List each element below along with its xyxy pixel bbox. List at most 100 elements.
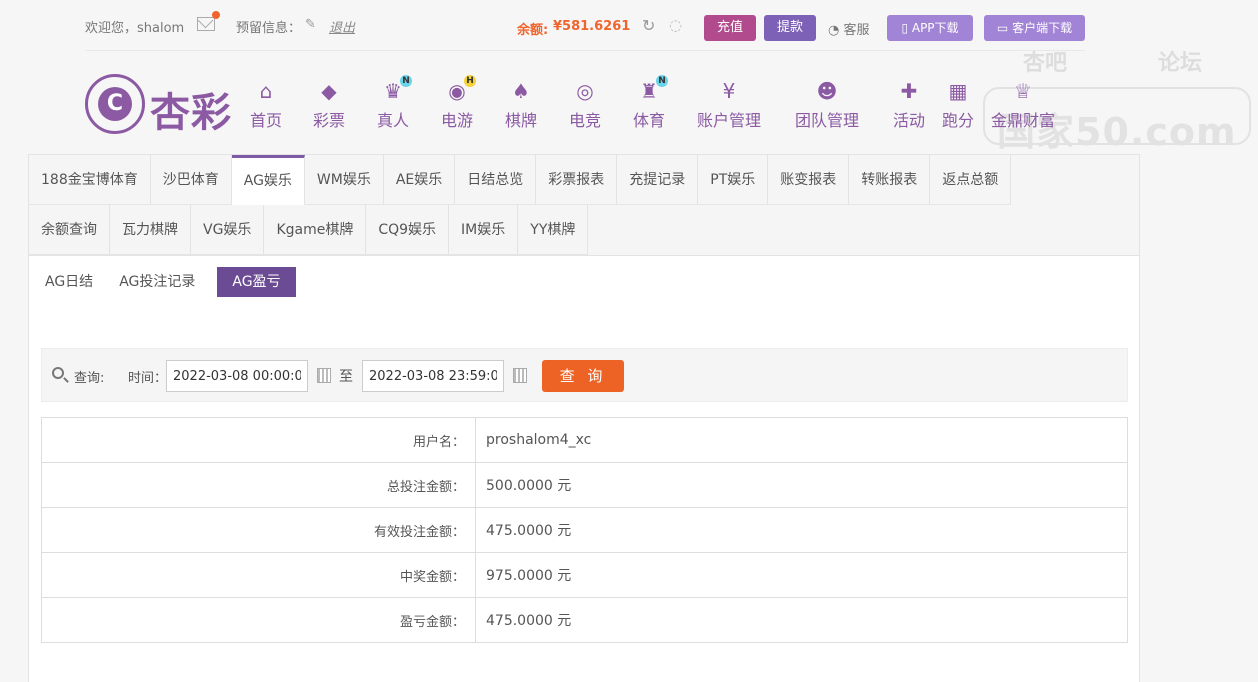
report-tab[interactable]: 返点总额 [930, 155, 1012, 205]
site-logo[interactable]: C 杏彩 [85, 74, 240, 136]
report-tab[interactable]: Kgame棋牌 [264, 205, 367, 255]
nav-label: 彩票 [313, 111, 346, 130]
table-row: 盈亏金额： 475.0000 元 [41, 597, 1128, 643]
live-dealer-icon: ♛ N [380, 75, 412, 102]
nav-item[interactable]: ♠ 棋牌 [505, 80, 537, 130]
table-row: 总投注金额： 500.0000 元 [41, 462, 1128, 508]
recharge-button[interactable]: 充值 [704, 15, 756, 41]
nav-label: 金鼎财富 [991, 111, 1056, 130]
report-tab[interactable]: WM娱乐 [304, 155, 384, 205]
nav-item[interactable]: ✚ 活动 [893, 80, 925, 130]
nav-item[interactable]: ◎ 电竞 [569, 80, 601, 130]
report-tabs: 188金宝博体育 沙巴体育 AG娱乐 WM娱乐 AE娱乐 日结总览 彩票报表 充提记录 PT娱乐… [29, 155, 1139, 256]
nav-item[interactable]: ¥ 账户管理 [697, 80, 761, 130]
top-bar: 欢迎您，shalom 预留信息： ✎ 退出 余额: ¥581.6261 ↻ ◌ … [85, 10, 1085, 44]
header-divider [85, 50, 1085, 51]
report-tab[interactable]: PT娱乐 [698, 155, 769, 205]
logo-text: 杏彩 [150, 90, 232, 136]
nav-label: 首页 [250, 111, 283, 130]
report-tab[interactable]: 瓦力棋牌 [110, 205, 191, 255]
report-tab[interactable]: 沙巴体育 [150, 155, 232, 205]
search-icon [52, 367, 64, 379]
report-tab[interactable]: 账变报表 [768, 155, 850, 205]
mail-icon[interactable] [197, 11, 220, 31]
table-row: 有效投注金额： 475.0000 元 [41, 507, 1128, 553]
gamepad-icon: ◉ H [444, 75, 476, 102]
app-download-button[interactable]: ▯ APP下载 [887, 15, 973, 41]
row-label: 盈亏金额： [41, 597, 476, 643]
nav-label: 账户管理 [697, 111, 762, 130]
client-download-label: 客户端下载 [1012, 21, 1073, 35]
report-tab[interactable]: AG娱乐 [231, 155, 305, 205]
row-value: 500.0000 元 [475, 462, 1128, 508]
nav-label: 电竞 [569, 111, 602, 130]
run-score-icon: ▦ [948, 79, 968, 103]
esports-icon: ◎ [576, 79, 594, 103]
logout-link[interactable]: 退出 [329, 17, 355, 36]
reserve-info-label: 预留信息： [236, 21, 302, 36]
client-download-button[interactable]: ▭ 客户端下载 [984, 15, 1085, 41]
nav-item[interactable]: ⌂ 首页 [250, 80, 282, 130]
nav-badge: N [656, 75, 668, 87]
nav-item[interactable]: ▦ 跑分 [942, 80, 974, 130]
report-tab[interactable]: 转账报表 [849, 155, 931, 205]
report-tab[interactable]: 日结总览 [455, 155, 537, 205]
row-value: 975.0000 元 [475, 552, 1128, 598]
withdraw-button[interactable]: 提款 [764, 15, 816, 41]
report-tab[interactable]: AE娱乐 [383, 155, 456, 205]
nav-label: 体育 [633, 111, 666, 130]
unread-dot [212, 11, 220, 19]
customer-service-link[interactable]: ◔ 客服 [828, 19, 870, 38]
time-label: 时间： [128, 371, 168, 386]
report-tab[interactable]: 余额查询 [29, 205, 110, 255]
nav-item[interactable]: ☻ 团队管理 [795, 80, 859, 130]
nav-label: 活动 [893, 111, 926, 130]
report-tab[interactable]: IM娱乐 [449, 205, 519, 255]
end-time-input[interactable] [362, 360, 504, 392]
wealth-icon: ♕ [1014, 79, 1032, 103]
report-tab[interactable]: CQ9娱乐 [366, 205, 450, 255]
account-icon: ¥ [722, 79, 736, 103]
gift-icon: ✚ [900, 79, 918, 103]
row-label: 总投注金额： [41, 462, 476, 508]
sub-tab[interactable]: AG投注记录 [115, 267, 199, 297]
nav-badge: H [464, 75, 476, 87]
report-tab[interactable]: YY棋牌 [518, 205, 589, 255]
calendar-icon[interactable] [317, 368, 331, 383]
team-icon: ☻ [816, 79, 838, 103]
tab-row-2: 余额查询 瓦力棋牌 VG娱乐 Kgame棋牌 CQ9娱乐 IM娱乐 YY棋牌 [29, 205, 589, 255]
table-row: 用户名： proshalom4_xc [41, 417, 1128, 463]
nav-item[interactable]: ♜ N 体育 [633, 75, 668, 130]
headset-icon: ◔ [828, 23, 840, 38]
profit-loss-table: 用户名： proshalom4_xc 总投注金额： 500.0000 元有效投注金额：… [41, 417, 1128, 643]
hide-balance-icon[interactable]: ◌ [669, 16, 682, 34]
nav-label: 跑分 [942, 111, 975, 130]
row-value: 475.0000 元 [475, 507, 1128, 553]
nav-label: 团队管理 [795, 111, 860, 130]
report-tab[interactable]: 188金宝博体育 [29, 155, 151, 205]
calendar-icon[interactable] [513, 368, 527, 383]
nav-item[interactable]: ♛ N 真人 [377, 75, 412, 130]
nav-item[interactable]: ♕ 金鼎财富 [991, 80, 1055, 130]
report-tab[interactable]: 充提记录 [617, 155, 699, 205]
table-row: 中奖金额： 975.0000 元 [41, 552, 1128, 598]
start-time-input[interactable] [166, 360, 308, 392]
balance-label: 余额: [517, 23, 549, 38]
edit-icon[interactable]: ✎ [305, 17, 316, 32]
watermark-text-right: 论坛 [1158, 51, 1203, 76]
nav-label: 棋牌 [505, 111, 538, 130]
balance-value: ¥581.6261 [553, 19, 631, 34]
report-tab[interactable]: VG娱乐 [191, 205, 265, 255]
query-button[interactable]: 查 询 [542, 360, 624, 392]
nav-item[interactable]: ◉ H 电游 [441, 75, 476, 130]
sub-tab[interactable]: AG日结 [41, 267, 97, 297]
app-download-label: APP下载 [911, 21, 959, 35]
cards-icon: ♠ [512, 79, 530, 103]
report-tab[interactable]: 彩票报表 [536, 155, 618, 205]
row-value: 475.0000 元 [475, 597, 1128, 643]
nav-item[interactable]: ◆ 彩票 [313, 80, 345, 130]
query-bar: 查询: 时间： 至 查 询 [41, 348, 1128, 402]
nav-label: 电游 [441, 111, 474, 130]
sub-tab[interactable]: AG盈亏 [217, 267, 296, 297]
refresh-icon[interactable]: ↻ [642, 16, 655, 35]
